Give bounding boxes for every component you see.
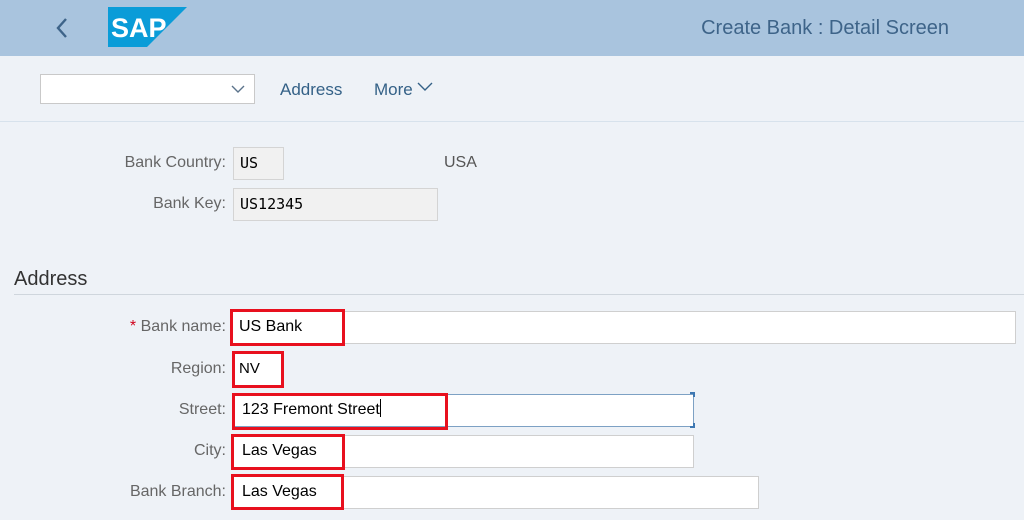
bank-branch-label: Bank Branch: xyxy=(129,483,226,500)
bank-name-label-text: Bank name: xyxy=(140,318,226,335)
chevron-down-icon xyxy=(231,85,245,93)
chevron-left-icon xyxy=(56,18,67,38)
required-asterisk: * xyxy=(129,318,137,335)
action-select[interactable] xyxy=(40,74,255,104)
bank-key-field: US12345 xyxy=(233,188,438,221)
bank-branch-input[interactable]: Las Vegas xyxy=(233,476,759,509)
region-label: Region: xyxy=(170,360,226,377)
bank-country-name: USA xyxy=(444,154,477,171)
street-input-value: 123 Fremont Street xyxy=(242,401,380,418)
bank-country-field: US xyxy=(233,147,284,180)
more-label: More xyxy=(374,80,413,99)
city-label: City: xyxy=(194,442,226,459)
text-caret xyxy=(379,399,381,417)
sap-logo: SAP xyxy=(108,7,187,47)
bank-name-input[interactable]: US Bank xyxy=(230,311,1016,344)
more-menu-button[interactable]: More xyxy=(374,80,433,100)
region-input[interactable]: NV xyxy=(233,353,282,386)
chevron-down-icon xyxy=(417,82,433,91)
toolbar: Address More xyxy=(0,56,1024,122)
page-title: Create Bank : Detail Screen xyxy=(701,17,949,39)
focus-corner xyxy=(690,423,695,428)
section-divider xyxy=(14,294,1024,295)
street-label: Street: xyxy=(178,401,226,418)
bank-country-label: Bank Country: xyxy=(124,154,226,171)
address-link[interactable]: Address xyxy=(280,80,342,100)
street-input[interactable]: 123 Fremont Street xyxy=(233,394,694,427)
bank-name-label: * Bank name: xyxy=(130,318,226,336)
city-input[interactable]: Las Vegas xyxy=(233,435,694,468)
address-section-title: Address xyxy=(14,268,88,290)
back-button[interactable] xyxy=(50,14,74,42)
bank-key-label: Bank Key: xyxy=(153,195,226,212)
focus-corner xyxy=(690,392,695,397)
shell-header: SAP Create Bank : Detail Screen xyxy=(0,0,1024,56)
sap-logo-text: SAP xyxy=(111,13,167,43)
